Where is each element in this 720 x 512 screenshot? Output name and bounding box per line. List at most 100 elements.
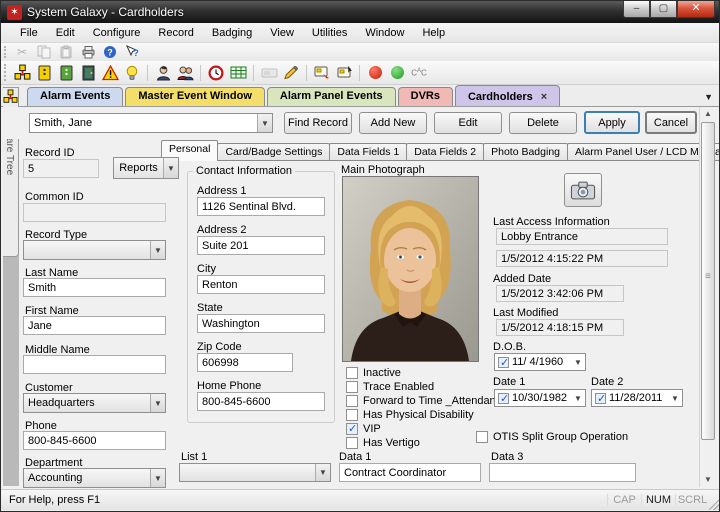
date1-datepicker[interactable]: 10/30/1982 ▼	[494, 389, 586, 407]
tab-scroll-arrow-icon[interactable]: ▼	[704, 92, 713, 102]
add-new-button[interactable]: Add New	[359, 112, 427, 134]
resize-grip[interactable]	[709, 490, 720, 510]
badge-export-icon[interactable]	[312, 64, 332, 82]
trace-enabled-checkbox[interactable]	[346, 381, 358, 393]
address2-field[interactable]	[197, 236, 325, 255]
panel-green-icon[interactable]	[56, 64, 76, 82]
door-icon[interactable]	[78, 64, 98, 82]
subtab-data-fields-2[interactable]: Data Fields 2	[406, 143, 484, 161]
context-help-icon[interactable]: ?	[122, 43, 142, 61]
print-icon[interactable]	[78, 43, 98, 61]
first-name-field[interactable]	[23, 316, 166, 335]
menu-file[interactable]: File	[11, 25, 47, 41]
stop-red-icon[interactable]	[365, 64, 385, 82]
operators-icon[interactable]	[175, 64, 195, 82]
subtab-card-badge-settings[interactable]: Card/Badge Settings	[217, 143, 330, 161]
trace-enabled-checkbox-row[interactable]: Trace Enabled	[346, 381, 434, 393]
scrollbar-thumb[interactable]	[701, 122, 715, 440]
middle-name-field[interactable]	[23, 355, 166, 374]
chevron-down-icon[interactable]: ▼	[150, 394, 165, 412]
vip-checkbox[interactable]	[346, 423, 358, 435]
cut-icon[interactable]: ✂	[12, 43, 32, 61]
menu-badging[interactable]: Badging	[203, 25, 261, 41]
hardware-tree-icon[interactable]	[12, 64, 32, 82]
otis-split-group-checkbox[interactable]	[476, 431, 488, 443]
address1-field[interactable]	[197, 197, 325, 216]
date2-checkbox[interactable]	[595, 393, 606, 404]
event-bulb-icon[interactable]	[122, 64, 142, 82]
tab-alarm-events[interactable]: Alarm Events	[27, 87, 123, 106]
menu-window[interactable]: Window	[356, 25, 413, 41]
tab-close-icon[interactable]: ×	[541, 91, 547, 103]
maximize-button[interactable]: ▢	[650, 1, 677, 18]
list1-combo[interactable]: ▼	[179, 463, 331, 482]
has-vertigo-checkbox-row[interactable]: Has Vertigo	[346, 437, 420, 449]
capture-photo-button[interactable]	[564, 173, 602, 207]
dob-checkbox[interactable]	[498, 357, 509, 368]
physical-disability-checkbox-row[interactable]: Has Physical Disability	[346, 409, 474, 421]
record-type-combo[interactable]: ▼	[23, 240, 166, 260]
zip-code-field[interactable]	[197, 353, 293, 372]
tab-dvrs[interactable]: DVRs	[398, 87, 453, 106]
home-phone-field[interactable]	[197, 392, 325, 411]
chevron-down-icon[interactable]: ▼	[163, 158, 178, 178]
date2-datepicker[interactable]: 11/28/2011 ▼	[591, 389, 683, 407]
edit-badge-icon[interactable]	[281, 64, 301, 82]
customer-combo[interactable]: Headquarters ▼	[23, 393, 166, 413]
dob-datepicker[interactable]: 11/ 4/1960 ▼	[494, 353, 586, 371]
chevron-down-icon[interactable]: ▼	[571, 390, 585, 406]
tab-cardholders[interactable]: Cardholders ×	[455, 85, 560, 106]
title-bar[interactable]: ✶ System Galaxy - Cardholders – ▢ ✕	[1, 1, 720, 23]
forward-time-attendance-checkbox-row[interactable]: Forward to Time _Attendance	[346, 395, 507, 407]
chevron-down-icon[interactable]: ▼	[571, 354, 585, 370]
cancel-button[interactable]: Cancel	[645, 111, 697, 134]
last-name-field[interactable]	[23, 278, 166, 297]
department-combo[interactable]: Accounting ▼	[23, 468, 166, 488]
data3-field[interactable]	[489, 463, 636, 482]
data1-field[interactable]	[339, 463, 481, 482]
schedule-grid-icon[interactable]	[228, 64, 248, 82]
inactive-checkbox[interactable]	[346, 367, 358, 379]
find-record-button[interactable]: Find Record	[284, 112, 352, 134]
inactive-checkbox-row[interactable]: Inactive	[346, 367, 401, 379]
menu-record[interactable]: Record	[149, 25, 202, 41]
subtab-alarm-panel-user-lcd[interactable]: Alarm Panel User / LCD Message	[567, 143, 720, 161]
time-clock-icon[interactable]	[206, 64, 226, 82]
phone-field[interactable]	[23, 431, 166, 450]
hardware-tree-icon[interactable]	[3, 89, 18, 104]
cardholder-icon[interactable]	[153, 64, 173, 82]
help-icon[interactable]: ?	[100, 43, 120, 61]
minimize-button[interactable]: –	[623, 1, 650, 18]
menu-edit[interactable]: Edit	[47, 25, 84, 41]
menu-help[interactable]: Help	[413, 25, 454, 41]
panel-yellow-icon[interactable]	[34, 64, 54, 82]
has-vertigo-checkbox[interactable]	[346, 437, 358, 449]
print-badge-icon[interactable]	[259, 64, 279, 82]
vip-checkbox-row[interactable]: VIP	[346, 423, 381, 435]
city-field[interactable]	[197, 275, 325, 294]
subtab-photo-badging[interactable]: Photo Badging	[483, 143, 568, 161]
forward-time-attendance-checkbox[interactable]	[346, 395, 358, 407]
vertical-scrollbar[interactable]: ▲ ▼	[699, 107, 715, 487]
reports-button[interactable]: Reports ▼	[113, 157, 179, 179]
alarm-warning-icon[interactable]	[100, 64, 120, 82]
state-field[interactable]	[197, 314, 325, 333]
menu-view[interactable]: View	[261, 25, 303, 41]
edit-button[interactable]: Edit	[434, 112, 502, 134]
otis-checkbox-row[interactable]: OTIS Split Group Operation	[476, 431, 628, 443]
tab-master-event-window[interactable]: Master Event Window	[125, 87, 265, 106]
scroll-up-icon[interactable]: ▲	[701, 107, 715, 121]
chevron-down-icon[interactable]: ▼	[150, 469, 165, 487]
chevron-down-icon[interactable]: ▼	[668, 390, 682, 406]
paste-icon[interactable]	[56, 43, 76, 61]
menu-configure[interactable]: Configure	[84, 25, 150, 41]
record-search-combo[interactable]: Smith, Jane ▼	[29, 113, 273, 133]
menu-utilities[interactable]: Utilities	[303, 25, 356, 41]
physical-disability-checkbox[interactable]	[346, 409, 358, 421]
scroll-down-icon[interactable]: ▼	[701, 473, 715, 487]
tab-alarm-panel-events[interactable]: Alarm Panel Events	[267, 87, 396, 106]
chevron-down-icon[interactable]: ▼	[257, 114, 272, 132]
chevron-down-icon[interactable]: ▼	[150, 241, 165, 259]
subtab-data-fields-1[interactable]: Data Fields 1	[329, 143, 407, 161]
date1-checkbox[interactable]	[498, 393, 509, 404]
